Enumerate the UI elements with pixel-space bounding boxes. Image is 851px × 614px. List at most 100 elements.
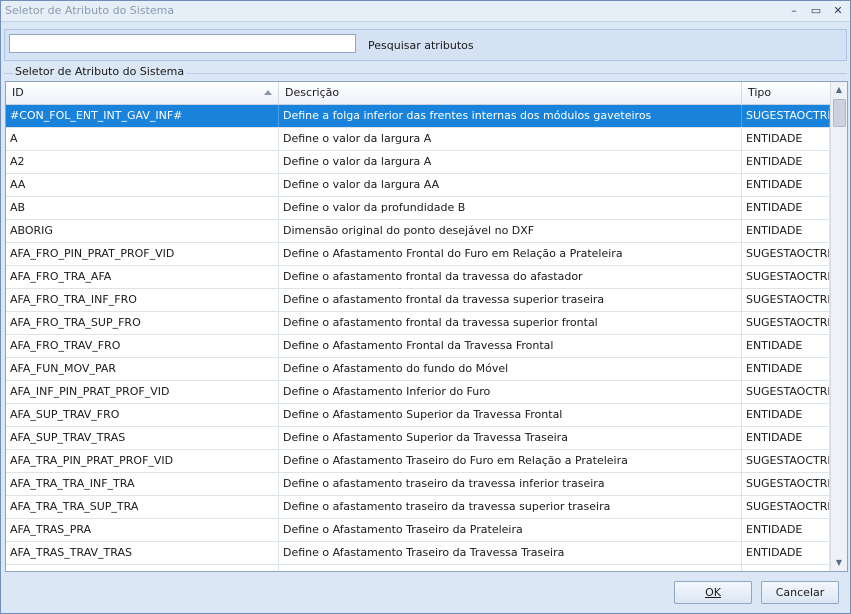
column-header-tipo-label: Tipo: [748, 86, 772, 99]
cell-tipo: SUGESTAOCTRL: [742, 105, 830, 127]
cell-tipo: ENTIDADE: [742, 128, 830, 150]
cell-id: ALLOWINDIVIDUALBUDGET: [6, 565, 279, 571]
table-row[interactable]: AA Define o valor da largura AA ENTIDADE: [6, 174, 830, 197]
column-header-id-label: ID: [12, 86, 24, 99]
table-row[interactable]: ABORIG Dimensão original do ponto desejáv…: [6, 220, 830, 243]
search-input[interactable]: [9, 34, 356, 53]
grid-rows: #CON_FOL_ENT_INT_GAV_INF# Define a folga …: [6, 105, 830, 571]
cell-id: A2: [6, 151, 279, 173]
cell-tipo: ENTIDADE: [742, 151, 830, 173]
table-row[interactable]: AFA_TRA_TRA_INF_TRA Define o afastamento …: [6, 473, 830, 496]
cell-descricao: Define o Afastamento Traseiro da Travess…: [279, 542, 742, 564]
column-header-tipo[interactable]: Tipo: [742, 82, 830, 104]
cell-id: AFA_FUN_MOV_PAR: [6, 358, 279, 380]
cell-tipo: ENTIDADE: [742, 220, 830, 242]
cell-id: #CON_FOL_ENT_INT_GAV_INF#: [6, 105, 279, 127]
cell-tipo: ENTIDADE: [742, 197, 830, 219]
cell-descricao: Define o Afastamento do fundo do Móvel: [279, 358, 742, 380]
cell-descricao: Define a folga inferior das frentes inte…: [279, 105, 742, 127]
cell-tipo: SUGESTAOCTRL: [742, 450, 830, 472]
minimize-button[interactable]: –: [785, 3, 803, 19]
cell-id: AFA_TRA_TRA_INF_TRA: [6, 473, 279, 495]
scroll-thumb[interactable]: [833, 99, 846, 127]
cell-descricao: Define o valor da largura A: [279, 128, 742, 150]
column-header-descricao-label: Descrição: [285, 86, 340, 99]
cell-id: AFA_INF_PIN_PRAT_PROF_VID: [6, 381, 279, 403]
maximize-button[interactable]: ▭: [807, 3, 825, 19]
close-button[interactable]: ✕: [829, 3, 847, 19]
cell-id: AFA_FRO_PIN_PRAT_PROF_VID: [6, 243, 279, 265]
cell-tipo: SUGESTAOCTRL: [742, 266, 830, 288]
table-row[interactable]: #CON_FOL_ENT_INT_GAV_INF# Define a folga …: [6, 105, 830, 128]
cell-tipo: ENTIDADE: [742, 519, 830, 541]
cell-id: A: [6, 128, 279, 150]
cell-id: AFA_SUP_TRAV_FRO: [6, 404, 279, 426]
table-row[interactable]: A2 Define o valor da largura A ENTIDADE: [6, 151, 830, 174]
scroll-up-icon[interactable]: ▲: [831, 82, 847, 98]
cell-descricao: Define o valor da profundidade B: [279, 197, 742, 219]
attribute-selector-window: Seletor de Atributo do Sistema – ▭ ✕ Pes…: [0, 0, 851, 614]
cell-descricao: Dimensão original do ponto desejável no …: [279, 220, 742, 242]
table-row[interactable]: AFA_FRO_PIN_PRAT_PROF_VID Define o Afasta…: [6, 243, 830, 266]
cell-tipo: ENTIDADE: [742, 174, 830, 196]
scroll-down-icon[interactable]: ▼: [831, 555, 847, 571]
search-panel: Pesquisar atributos: [4, 29, 847, 61]
cell-descricao: Define o valor da largura AA: [279, 174, 742, 196]
table-row[interactable]: ALLOWINDIVIDUALBUDGETDefine se a entidad…: [6, 565, 830, 571]
cell-tipo: SUGESTAOCTRL: [742, 496, 830, 518]
cell-id: AFA_SUP_TRAV_TRAS: [6, 427, 279, 449]
table-row[interactable]: AFA_INF_PIN_PRAT_PROF_VID Define o Afasta…: [6, 381, 830, 404]
table-row[interactable]: AFA_FRO_TRA_SUP_FRO Define o afastamento …: [6, 312, 830, 335]
table-row[interactable]: AFA_FUN_MOV_PAR Define o Afastamento do f…: [6, 358, 830, 381]
cell-descricao: Define o Afastamento Inferior do Furo: [279, 381, 742, 403]
cell-tipo: ENTIDADE: [742, 404, 830, 426]
cell-tipo: SUGESTAOCTRL: [742, 473, 830, 495]
table-row[interactable]: AFA_SUP_TRAV_FRO Define o Afastamento Sup…: [6, 404, 830, 427]
cell-descricao: Define o Afastamento Frontal do Furo em …: [279, 243, 742, 265]
cell-descricao: Define o afastamento frontal da travessa…: [279, 312, 742, 334]
cell-tipo: SUGESTAOCTRL: [742, 243, 830, 265]
cell-descricao: Define o Afastamento Traseiro da Pratele…: [279, 519, 742, 541]
table-row[interactable]: AFA_FRO_TRA_INF_FRO Define o afastamento …: [6, 289, 830, 312]
cell-tipo: ENTIDADE: [742, 565, 830, 571]
vertical-scrollbar[interactable]: ▲ ▼: [830, 82, 847, 571]
cell-descricao: Define se a entidade vai ser orçada ou n…: [279, 565, 742, 571]
cell-id: AFA_FRO_TRA_SUP_FRO: [6, 312, 279, 334]
cancel-button[interactable]: Cancelar: [761, 581, 839, 604]
cell-tipo: ENTIDADE: [742, 427, 830, 449]
ok-button-label: OK: [705, 586, 721, 599]
ok-button[interactable]: OK: [674, 581, 752, 604]
search-label: Pesquisar atributos: [368, 39, 474, 52]
cell-descricao: Define o afastamento traseiro da travess…: [279, 496, 742, 518]
cell-id: AFA_TRA_PIN_PRAT_PROF_VID: [6, 450, 279, 472]
table-row[interactable]: AFA_FRO_TRA_AFA Define o afastamento fron…: [6, 266, 830, 289]
column-header-id[interactable]: ID: [6, 82, 279, 104]
group-label: Seletor de Atributo do Sistema: [13, 65, 187, 78]
cell-tipo: ENTIDADE: [742, 358, 830, 380]
table-row[interactable]: AFA_TRAS_PRA Define o Afastamento Traseir…: [6, 519, 830, 542]
cell-descricao: Define o Afastamento Frontal da Travessa…: [279, 335, 742, 357]
cell-tipo: SUGESTAOCTRL: [742, 312, 830, 334]
table-row[interactable]: A Define o valor da largura A ENTIDADE: [6, 128, 830, 151]
sort-ascending-icon: [264, 90, 272, 95]
cell-descricao: Define o Afastamento Superior da Travess…: [279, 404, 742, 426]
table-row[interactable]: AFA_TRA_TRA_SUP_TRA Define o afastamento …: [6, 496, 830, 519]
column-header-descricao[interactable]: Descrição: [279, 82, 742, 104]
table-row[interactable]: AFA_TRA_PIN_PRAT_PROF_VID Define o Afasta…: [6, 450, 830, 473]
table-row[interactable]: AFA_SUP_TRAV_TRAS Define o Afastamento Su…: [6, 427, 830, 450]
cell-id: ABORIG: [6, 220, 279, 242]
cell-tipo: SUGESTAOCTRL: [742, 381, 830, 403]
cell-tipo: SUGESTAOCTRL: [742, 289, 830, 311]
cell-id: AFA_FRO_TRA_INF_FRO: [6, 289, 279, 311]
cell-id: AFA_FRO_TRAV_FRO: [6, 335, 279, 357]
attribute-grid[interactable]: ID Descrição Tipo #CON_FOL_ENT_INT_GAV_I…: [5, 81, 848, 572]
cell-descricao: Define o Afastamento Superior da Travess…: [279, 427, 742, 449]
title-bar[interactable]: Seletor de Atributo do Sistema – ▭ ✕: [1, 1, 850, 22]
table-row[interactable]: AFA_FRO_TRAV_FRO Define o Afastamento Fro…: [6, 335, 830, 358]
table-row[interactable]: AFA_TRAS_TRAV_TRAS Define o Afastamento T…: [6, 542, 830, 565]
cell-id: AA: [6, 174, 279, 196]
cell-id: AB: [6, 197, 279, 219]
table-row[interactable]: AB Define o valor da profundidade B ENTIDA…: [6, 197, 830, 220]
cell-id: AFA_TRAS_TRAV_TRAS: [6, 542, 279, 564]
grid-header: ID Descrição Tipo: [6, 82, 830, 105]
